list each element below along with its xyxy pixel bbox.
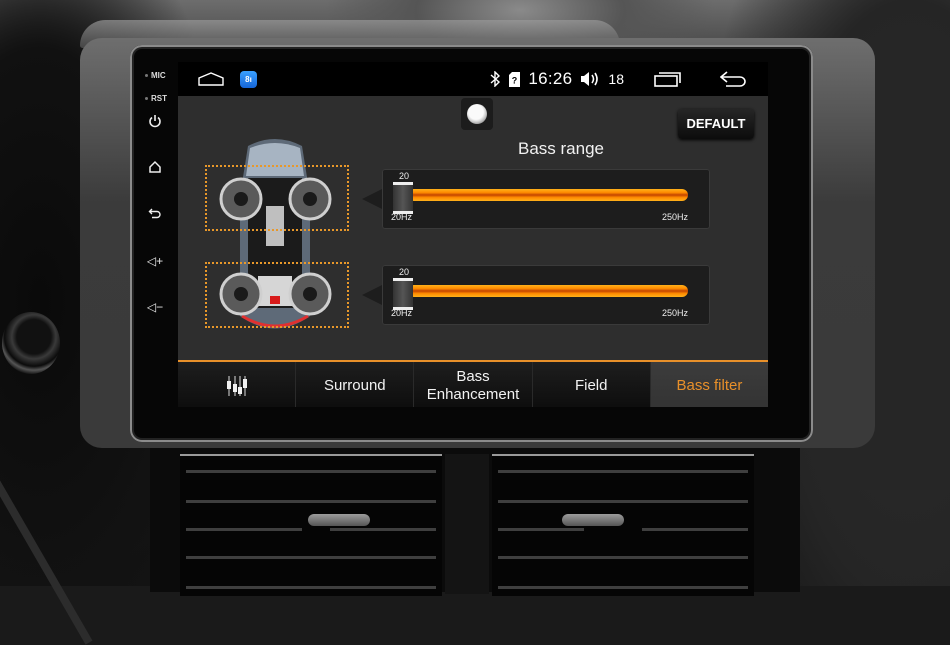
- speaker-rear-right-icon: [288, 272, 332, 316]
- tab-bass-filter[interactable]: Bass filter: [650, 362, 768, 407]
- volume-up-icon: ◁+: [146, 254, 164, 268]
- front-bass-slider-panel: 20 20Hz 250Hz: [362, 169, 710, 229]
- home-icon: [149, 160, 161, 173]
- volume-down-button[interactable]: ◁−: [142, 300, 168, 314]
- home-outline-icon: [198, 72, 224, 86]
- sim-unknown-icon: ?: [509, 71, 521, 87]
- speaker-volume-icon: [581, 72, 599, 86]
- air-vents: [150, 440, 800, 596]
- air-vent-right: [492, 454, 754, 596]
- bass-filter-toggle[interactable]: [461, 98, 493, 130]
- zone-pointer-icon: [362, 189, 382, 209]
- volume-up-button[interactable]: ◁+: [142, 254, 168, 268]
- toggle-knob-icon: [467, 104, 487, 124]
- volume-down-icon: ◁−: [146, 300, 164, 314]
- bass-filter-panel: DEFAULT Bass range 20 20Hz 250Hz 20 20Hz…: [178, 96, 768, 360]
- front-bass-slider-thumb[interactable]: [393, 182, 413, 214]
- tab-label: Bass Enhancement: [426, 367, 520, 403]
- speaker-rear-left-icon: [219, 272, 263, 316]
- tab-bass-enhancement[interactable]: Bass Enhancement: [414, 362, 533, 407]
- nav-home-button[interactable]: [198, 72, 224, 91]
- reset-button[interactable]: RST: [145, 94, 167, 103]
- tab-label: Field: [574, 376, 608, 394]
- equalizer-icon: [226, 375, 247, 396]
- default-button[interactable]: DEFAULT: [678, 109, 754, 139]
- back-icon: [148, 208, 161, 219]
- back-button[interactable]: [142, 206, 168, 223]
- svg-text:?: ?: [512, 75, 518, 85]
- recent-apps-icon[interactable]: [654, 71, 682, 87]
- slider-min-label: 20Hz: [391, 308, 413, 318]
- tab-field[interactable]: Field: [532, 362, 651, 407]
- air-vent-left: [180, 454, 442, 596]
- slider-value: 20: [398, 171, 409, 181]
- rear-bass-slider-thumb[interactable]: [393, 278, 413, 310]
- bluetooth-icon: [490, 71, 501, 87]
- gear-knob: [2, 312, 60, 374]
- vent-tab-right[interactable]: [562, 514, 624, 526]
- zone-pointer-icon: [362, 285, 382, 305]
- back-arrow-icon[interactable]: [720, 71, 748, 87]
- tab-label: Bass filter: [676, 376, 743, 394]
- speaker-front-left-icon: [219, 177, 263, 221]
- app-shortcut-icon[interactable]: 8ı: [240, 71, 257, 88]
- rear-bass-slider-track[interactable]: [408, 285, 688, 297]
- slider-max-label: 250Hz: [661, 212, 688, 222]
- slider-max-label: 250Hz: [661, 308, 688, 318]
- volume-level: 18: [608, 71, 624, 87]
- tab-surround[interactable]: Surround: [296, 362, 415, 407]
- status-bar: 8ı ? 16:26 18: [178, 62, 768, 96]
- speakers-layer: [219, 177, 332, 316]
- tab-equalizer[interactable]: [178, 362, 297, 407]
- slider-min-label: 20Hz: [391, 212, 413, 222]
- rear-bass-slider-panel: 20 20Hz 250Hz: [362, 265, 710, 325]
- power-icon: [149, 115, 161, 128]
- power-button[interactable]: [142, 114, 168, 131]
- home-button[interactable]: [142, 160, 168, 177]
- speaker-front-right-icon: [288, 177, 332, 221]
- tab-bar: Surround Bass Enhancement Field Bass fil…: [178, 360, 768, 407]
- front-bass-slider-track[interactable]: [408, 189, 688, 201]
- screen: 8ı ? 16:26 18 DEFAULT Bass range 20 20Hz…: [178, 62, 768, 407]
- tab-label: Surround: [323, 376, 386, 394]
- vent-divider: [445, 454, 489, 594]
- clock: 16:26: [528, 69, 573, 88]
- slider-value: 20: [398, 267, 409, 277]
- status-indicators: ? 16:26 18: [489, 68, 748, 90]
- vent-tab-left[interactable]: [308, 514, 370, 526]
- section-title: Bass range: [518, 139, 604, 158]
- mic-label: MIC: [145, 71, 166, 80]
